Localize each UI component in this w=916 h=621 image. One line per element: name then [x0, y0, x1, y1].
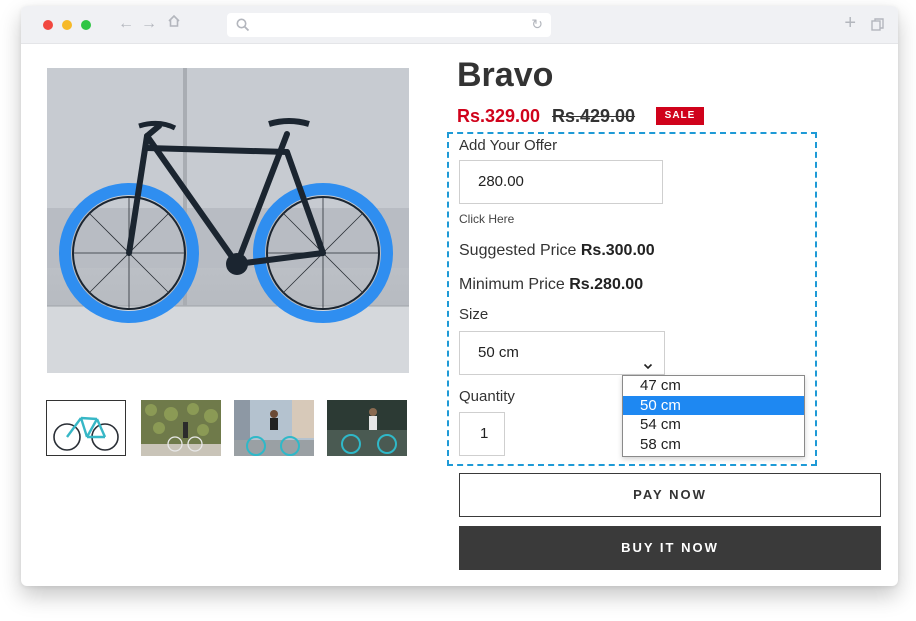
size-label: Size	[459, 306, 489, 323]
thumbnail-rider-street[interactable]	[234, 400, 314, 456]
suggested-price-value: Rs.300.00	[580, 242, 655, 259]
suggested-price: Suggested Price Rs.300.00	[459, 242, 655, 260]
thumbnail-bike-wall[interactable]	[141, 400, 221, 456]
minimum-price-label: Minimum Price	[459, 276, 565, 293]
product-main-image[interactable]	[47, 68, 409, 373]
offer-label: Add Your Offer	[459, 137, 558, 154]
offer-input[interactable]: 280.00	[459, 160, 663, 204]
size-option[interactable]: 54 cm	[623, 415, 804, 435]
size-select[interactable]: 50 cm	[459, 331, 665, 375]
size-option[interactable]: 47 cm	[623, 376, 804, 396]
suggested-price-label: Suggested Price	[459, 242, 577, 259]
product-title: Bravo	[457, 56, 554, 94]
size-option[interactable]: 58 cm	[623, 435, 804, 455]
quantity-input[interactable]: 1	[459, 412, 505, 456]
thumbnail-bike[interactable]	[46, 400, 126, 456]
sale-price: Rs.329.00	[457, 106, 541, 126]
minimum-price-value: Rs.280.00	[569, 276, 644, 293]
forward-arrow-icon[interactable]: →	[141, 15, 157, 33]
address-bar[interactable]: ↻	[227, 13, 551, 37]
browser-toolbar: ← → ↻ +	[21, 6, 898, 44]
home-icon[interactable]	[167, 14, 181, 33]
browser-window: ← → ↻ + Bravo Rs.329.00 Rs.429.00 SALE A…	[21, 6, 898, 586]
original-price: Rs.429.00	[552, 106, 636, 126]
minimize-window-icon[interactable]	[62, 20, 72, 30]
sale-badge: SALE	[656, 107, 704, 125]
size-selected-value: 50 cm	[478, 344, 519, 361]
tabs-overview-icon[interactable]	[871, 18, 884, 31]
reload-icon[interactable]: ↻	[531, 16, 543, 33]
close-window-icon[interactable]	[43, 20, 53, 30]
thumbnail-rider-bench[interactable]	[327, 400, 407, 456]
maximize-window-icon[interactable]	[81, 20, 91, 30]
pay-now-button[interactable]: PAY NOW	[459, 473, 881, 517]
minimum-price: Minimum Price Rs.280.00	[459, 276, 643, 294]
size-option-selected[interactable]: 50 cm	[623, 395, 804, 415]
buy-it-now-button[interactable]: BUY IT NOW	[459, 526, 881, 570]
search-icon	[236, 18, 250, 37]
click-here-link[interactable]: Click Here	[459, 212, 514, 226]
size-dropdown-list[interactable]: 47 cm 50 cm 54 cm 58 cm	[622, 375, 805, 457]
quantity-label: Quantity	[459, 388, 515, 405]
new-tab-plus-icon[interactable]: +	[844, 13, 856, 33]
back-arrow-icon[interactable]: ←	[118, 15, 134, 33]
